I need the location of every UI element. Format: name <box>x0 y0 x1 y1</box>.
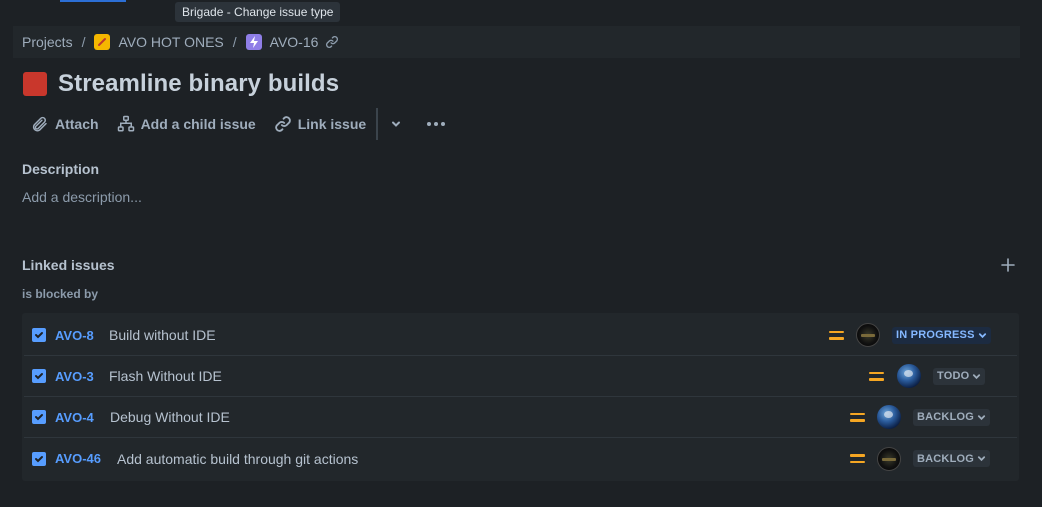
priority-medium-icon <box>869 371 884 381</box>
paperclip-icon <box>32 116 47 132</box>
linked-issue-row[interactable]: AVO-3 Flash Without IDE TODO <box>24 356 1017 397</box>
project-avatar-icon <box>94 34 111 50</box>
breadcrumb-issue-key[interactable]: AVO-16 <box>270 34 319 50</box>
linked-issues-heading: Linked issues <box>22 257 115 273</box>
breadcrumb-separator: / <box>81 34 86 50</box>
assignee-avatar[interactable] <box>877 446 901 471</box>
description-heading: Description <box>22 161 100 177</box>
breadcrumb-separator: / <box>232 34 237 50</box>
assignee-avatar[interactable] <box>877 405 901 429</box>
priority-medium-icon <box>829 330 844 340</box>
link-issue-label: Link issue <box>297 116 367 132</box>
add-child-issue-button[interactable]: Add a child issue <box>109 108 266 140</box>
status-dropdown[interactable]: BACKLOG <box>913 450 991 467</box>
status-dropdown[interactable]: TODO <box>933 367 986 385</box>
description-field[interactable]: Add a description... <box>22 189 142 205</box>
issue-title-row: Streamline binary builds <box>23 70 339 98</box>
breadcrumb: Projects / AVO HOT ONES / AVO-16 <box>13 26 1020 58</box>
linked-issue-row[interactable]: AVO-46 Add automatic build through git a… <box>24 438 1017 479</box>
status-label: BACKLOG <box>917 411 975 423</box>
add-linked-issue-button[interactable] <box>998 255 1018 275</box>
assignee-avatar[interactable] <box>897 364 921 388</box>
status-label: TODO <box>937 370 970 382</box>
link-issue-dropdown-button[interactable] <box>380 108 412 140</box>
copy-link-icon[interactable] <box>325 35 339 49</box>
chevron-down-icon <box>978 332 986 338</box>
chevron-down-icon <box>977 414 986 420</box>
issue-summary[interactable]: Debug Without IDE <box>110 409 230 425</box>
priority-medium-icon <box>850 412 865 422</box>
status-dropdown[interactable]: BACKLOG <box>913 408 991 426</box>
attach-label: Attach <box>55 116 99 132</box>
assignee-avatar[interactable] <box>856 323 880 347</box>
chevron-down-icon <box>977 456 986 462</box>
breadcrumb-projects[interactable]: Projects <box>22 34 73 50</box>
more-horizontal-icon <box>427 122 446 126</box>
tooltip: Brigade - Change issue type <box>175 2 341 22</box>
issue-toolbar: Attach Add a child issue Link issue <box>23 108 452 140</box>
add-child-label: Add a child issue <box>140 116 256 132</box>
task-checkbox-icon <box>32 451 46 466</box>
priority-medium-icon <box>850 454 865 463</box>
chevron-down-icon <box>392 121 401 127</box>
issue-key-link[interactable]: AVO-4 <box>55 410 94 425</box>
task-checkbox-icon <box>32 410 46 424</box>
issue-type-icon[interactable] <box>23 72 47 96</box>
issue-summary[interactable]: Build without IDE <box>109 327 216 343</box>
attach-button[interactable]: Attach <box>23 108 109 140</box>
toolbar-divider <box>376 108 379 140</box>
issue-key-link[interactable]: AVO-46 <box>55 451 101 466</box>
breadcrumb-project[interactable]: AVO HOT ONES <box>118 34 223 50</box>
epic-icon[interactable] <box>245 34 262 50</box>
task-checkbox-icon <box>32 369 46 383</box>
linked-issue-row[interactable]: AVO-8 Build without IDE IN PROGRESS <box>24 315 1017 356</box>
plus-icon <box>1001 258 1015 272</box>
chevron-down-icon <box>973 373 981 379</box>
issue-key-link[interactable]: AVO-8 <box>55 328 94 343</box>
task-checkbox-icon <box>32 328 46 342</box>
status-dropdown[interactable]: IN PROGRESS <box>892 326 991 344</box>
linked-issue-row[interactable]: AVO-4 Debug Without IDE BACKLOG <box>24 397 1017 438</box>
hierarchy-icon <box>117 115 134 132</box>
status-label: IN PROGRESS <box>896 329 975 341</box>
issue-title[interactable]: Streamline binary builds <box>58 70 339 98</box>
top-nav-accent <box>60 0 126 2</box>
link-icon <box>274 116 291 132</box>
linked-issues-list: AVO-8 Build without IDE IN PROGRESS AVO-… <box>22 313 1019 481</box>
issue-key-link[interactable]: AVO-3 <box>55 369 94 384</box>
link-issue-button[interactable]: Link issue <box>266 108 376 140</box>
issue-summary[interactable]: Add automatic build through git actions <box>117 451 358 467</box>
issue-summary[interactable]: Flash Without IDE <box>109 368 222 384</box>
link-relation-label: is blocked by <box>22 287 99 301</box>
status-label: BACKLOG <box>917 452 975 465</box>
more-actions-button[interactable] <box>420 108 452 140</box>
